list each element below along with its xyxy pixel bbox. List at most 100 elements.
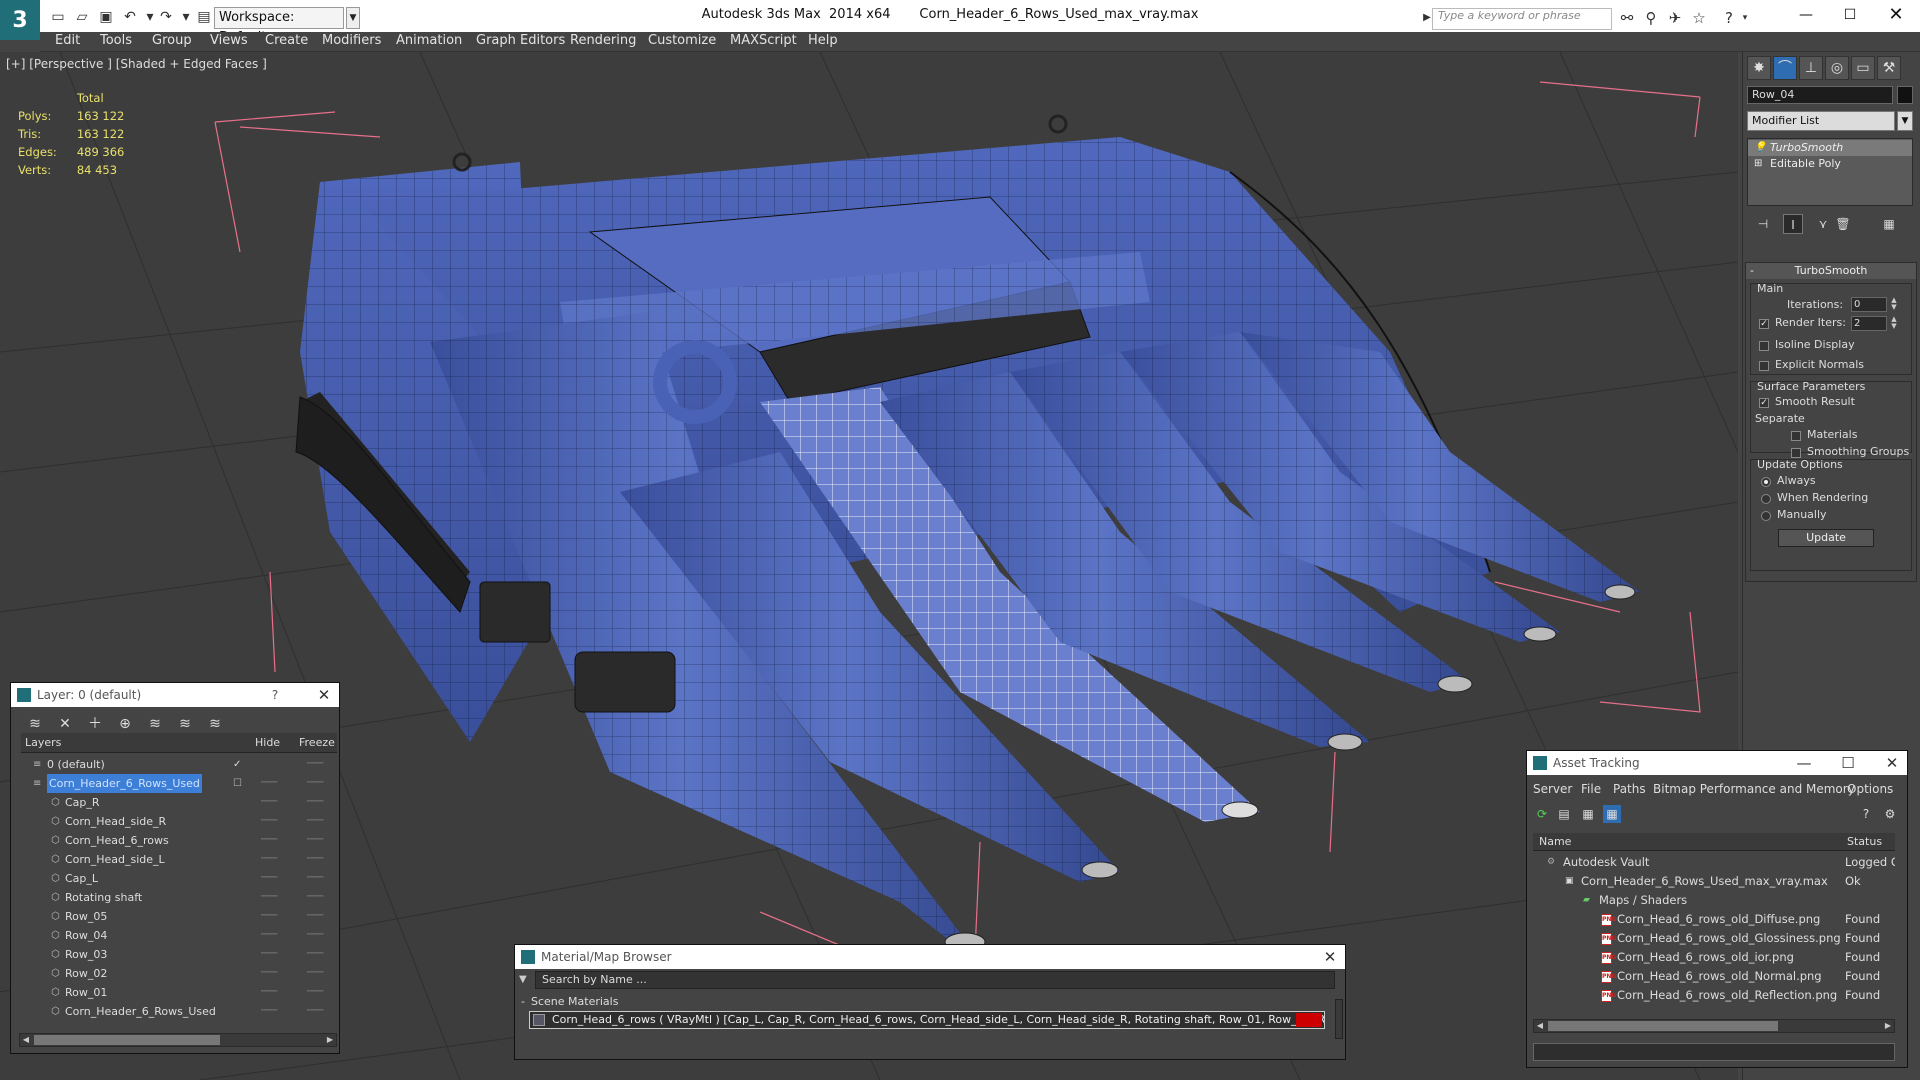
layer-row[interactable]: ≡ 0 (default) ─── ✓ <box>21 755 337 774</box>
close-icon[interactable]: ✕ <box>309 683 339 707</box>
freeze-toggle[interactable]: ─── <box>307 888 323 907</box>
hide-toggle[interactable]: ─── <box>261 945 277 964</box>
layer-name[interactable]: Row_01 <box>65 983 107 1002</box>
menu-create[interactable]: Create <box>265 33 308 48</box>
asset-menu-options[interactable]: Options <box>1847 782 1893 796</box>
help-dropdown-icon[interactable]: ▾ <box>1736 9 1754 27</box>
minimize-icon[interactable]: — <box>1786 4 1826 26</box>
close-icon[interactable]: ✕ <box>1876 4 1916 26</box>
hide-toggle[interactable]: ─── <box>261 774 277 793</box>
asset-row[interactable]: PNG Corn_Head_6_rows_old_ior.png Found <box>1533 948 1895 967</box>
table-view-icon[interactable]: ▦ <box>1579 805 1597 823</box>
layer-row[interactable]: ⬡ Row_02 ─── ─── <box>21 964 337 983</box>
freeze-toggle[interactable]: ─── <box>307 774 323 793</box>
asset-row[interactable]: PNG Corn_Head_6_rows_old_Reflection.png Fo… <box>1533 986 1895 1005</box>
layer-name[interactable]: Row_05 <box>65 907 107 926</box>
search-input[interactable]: Type a keyword or phrase <box>1432 8 1612 30</box>
layer-row[interactable]: ⬡ Corn_Head_side_L ─── ─── <box>21 850 337 869</box>
set-current-layer-icon[interactable]: ☐ <box>233 774 242 793</box>
menu-customize[interactable]: Customize <box>648 33 716 48</box>
pin-stack-icon[interactable]: ⊣ <box>1753 214 1773 234</box>
show-end-result-icon[interactable]: I <box>1783 214 1803 234</box>
freeze-toggle[interactable]: ─── <box>307 793 323 812</box>
object-color-swatch[interactable] <box>1897 86 1913 104</box>
subscription-icon[interactable]: ⚲ <box>1642 9 1660 27</box>
project-folder-icon[interactable]: ▤ <box>196 9 212 25</box>
column-status[interactable]: Status <box>1847 835 1882 848</box>
spinner-arrows-icon[interactable]: ▲ ▼ <box>1889 316 1899 331</box>
maximize-icon[interactable]: ☐ <box>1833 751 1863 775</box>
hide-toggle[interactable]: ─── <box>261 907 277 926</box>
delete-layer-icon[interactable]: ✕ <box>55 714 75 734</box>
layer-row[interactable]: ⬡ Rotating shaft ─── ─── <box>21 888 337 907</box>
object-name-field[interactable]: Row_04 <box>1747 86 1893 104</box>
layer-row[interactable]: ≡ Corn_Header_6_Rows_Used ─── ─── ☐ <box>21 774 337 793</box>
make-unique-icon[interactable]: ⋎ <box>1813 214 1833 234</box>
freeze-toggle[interactable]: ─── <box>307 831 323 850</box>
material-search-input[interactable]: Search by Name ... <box>535 971 1335 989</box>
stack-item-turbosmooth[interactable]: 💡 TurboSmooth <box>1748 140 1912 156</box>
add-to-layer-icon[interactable]: ⊕ <box>115 714 135 734</box>
freeze-toggle[interactable]: ─── <box>307 1002 323 1021</box>
layer-row[interactable]: ⬡ Corn_Head_6_rows ─── ─── <box>21 831 337 850</box>
vault-settings-icon[interactable]: ⚙ <box>1881 805 1899 823</box>
scroll-thumb[interactable] <box>34 1035 220 1045</box>
search-options-icon[interactable]: ▼ <box>519 971 533 989</box>
select-objects-icon[interactable]: ≋ <box>145 714 165 734</box>
layer-name[interactable]: Row_02 <box>65 964 107 983</box>
freeze-toggle[interactable]: ─── <box>307 755 323 774</box>
layer-manager-icon[interactable]: ≋ <box>25 714 45 734</box>
configure-modifier-sets-icon[interactable]: ▦ <box>1879 214 1899 234</box>
hide-all-icon[interactable]: ≋ <box>205 714 225 734</box>
render-iters-checkbox[interactable]: ✓ <box>1759 319 1769 329</box>
spinner-arrows-icon[interactable]: ▲ ▼ <box>1889 297 1899 312</box>
expand-plus-icon[interactable]: ⊞ <box>1754 156 1762 172</box>
stack-item-editable-poly[interactable]: ⊞ Editable Poly <box>1748 156 1912 172</box>
material-vscrollbar[interactable] <box>1335 999 1343 1039</box>
hide-toggle[interactable]: ─── <box>261 850 277 869</box>
menu-rendering[interactable]: Rendering <box>570 33 636 48</box>
viewport-label[interactable]: [+] [Perspective ] [Shaded + Edged Faces… <box>6 57 267 71</box>
layer-row[interactable]: ⬡ Corn_Header_6_Rows_Used ─── ─── <box>21 1002 337 1021</box>
modifier-list-arrow-icon[interactable]: ▼ <box>1897 111 1913 131</box>
column-freeze[interactable]: Freeze <box>299 736 335 749</box>
hide-toggle[interactable]: ─── <box>261 983 277 1002</box>
scroll-thumb[interactable] <box>1548 1021 1778 1031</box>
current-layer-check-icon[interactable]: ✓ <box>233 755 241 774</box>
hide-toggle[interactable]: ─── <box>261 888 277 907</box>
update-button[interactable]: Update <box>1778 529 1874 547</box>
smooth-result-checkbox[interactable]: ✓ <box>1759 398 1769 408</box>
layer-name[interactable]: Cap_R <box>65 793 100 812</box>
asset-hscrollbar[interactable]: ◀ ▶ <box>1533 1019 1895 1033</box>
menu-group[interactable]: Group <box>152 33 192 48</box>
close-icon[interactable]: ✕ <box>1315 945 1345 969</box>
material-browser-title-bar[interactable]: Material/Map Browser ✕ <box>515 945 1345 969</box>
menu-views[interactable]: Views <box>210 33 248 48</box>
display-tab-icon[interactable]: ▭ <box>1851 56 1875 80</box>
close-icon[interactable]: ✕ <box>1877 751 1907 775</box>
layer-name[interactable]: Rotating shaft <box>65 888 142 907</box>
layer-name[interactable]: Row_03 <box>65 945 107 964</box>
collapse-icon[interactable]: - <box>1750 263 1754 279</box>
layer-row[interactable]: ⬡ Corn_Head_side_R ─── ─── <box>21 812 337 831</box>
menu-graph-editors[interactable]: Graph Editors <box>476 33 565 48</box>
layer-row[interactable]: ⬡ Cap_L ─── ─── <box>21 869 337 888</box>
save-file-icon[interactable]: ▣ <box>98 9 114 25</box>
isoline-display-checkbox[interactable] <box>1759 341 1769 351</box>
iterations-spinner[interactable]: 0 <box>1851 297 1887 312</box>
freeze-toggle[interactable]: ─── <box>307 945 323 964</box>
rollout-header[interactable]: - TurboSmooth <box>1746 263 1916 279</box>
layer-name[interactable]: Corn_Head_6_rows <box>65 831 169 850</box>
list-view-icon[interactable]: ▤ <box>1555 805 1573 823</box>
update-always-radio[interactable] <box>1761 477 1771 487</box>
vault-help-icon[interactable]: ? <box>1857 805 1875 823</box>
asset-row[interactable]: ▰ Maps / Shaders <box>1533 891 1895 910</box>
asset-menu-server[interactable]: Server <box>1533 782 1572 796</box>
layer-row[interactable]: ⬡ Cap_R ─── ─── <box>21 793 337 812</box>
update-manually-radio[interactable] <box>1761 511 1771 521</box>
layer-row[interactable]: ⬡ Row_05 ─── ─── <box>21 907 337 926</box>
workspace-dropdown-arrow-icon[interactable]: ▼ <box>346 7 360 29</box>
freeze-toggle[interactable]: ─── <box>307 926 323 945</box>
layer-row[interactable]: ⬡ Row_04 ─── ─── <box>21 926 337 945</box>
freeze-toggle[interactable]: ─── <box>307 812 323 831</box>
